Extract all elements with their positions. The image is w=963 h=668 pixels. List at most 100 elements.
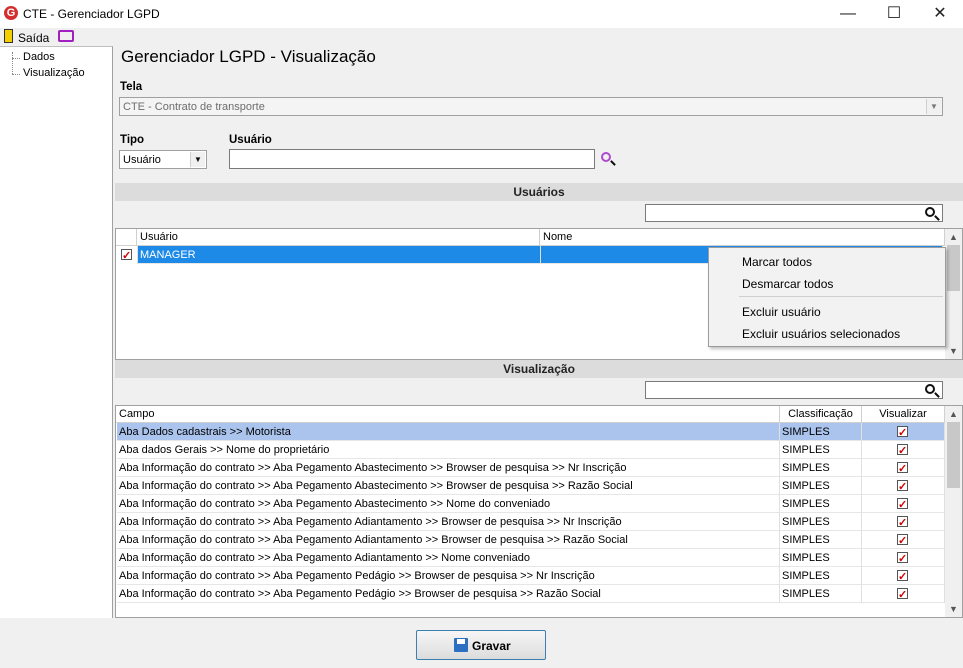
minimize-button[interactable]: — — [825, 0, 871, 28]
visualizar-checkbox[interactable] — [897, 514, 908, 531]
tipo-label: Tipo — [120, 134, 145, 146]
table-row[interactable]: Aba Dados cadastrais >> Motorista SIMPLES — [117, 423, 945, 441]
usuarios-grid-header: Usuário Nome — [116, 229, 962, 246]
visualizacao-scrollbar[interactable]: ▲ ▼ — [945, 406, 962, 617]
visualizar-checkbox[interactable] — [897, 496, 908, 513]
context-menu: Marcar todos Desmarcar todos Excluir usu… — [708, 247, 946, 347]
table-row[interactable]: Aba dados Gerais >> Nome do proprietário… — [117, 441, 945, 459]
table-row[interactable]: Aba Informação do contrato >> Aba Pegame… — [117, 585, 945, 603]
cell-classificacao: SIMPLES — [780, 495, 862, 513]
row-checkbox-cell[interactable] — [117, 246, 138, 264]
cell-campo: Aba Informação do contrato >> Aba Pegame… — [117, 459, 780, 477]
visualizar-checkbox[interactable] — [897, 568, 908, 585]
table-row[interactable]: Aba Informação do contrato >> Aba Pegame… — [117, 549, 945, 567]
cell-visualizar[interactable] — [862, 549, 945, 567]
usuario-label: Usuário — [229, 134, 272, 146]
cell-visualizar[interactable] — [862, 531, 945, 549]
scroll-thumb[interactable] — [947, 422, 960, 488]
exit-door-icon[interactable] — [4, 29, 13, 43]
cell-classificacao: SIMPLES — [780, 441, 862, 459]
visualizar-checkbox[interactable] — [897, 586, 908, 603]
header-nome[interactable]: Nome — [540, 229, 945, 246]
toolbar — [0, 28, 963, 46]
header-visualizar[interactable]: Visualizar — [862, 406, 945, 423]
menu-item-desmarcar-todos[interactable]: Desmarcar todos — [742, 277, 833, 291]
cell-classificacao: SIMPLES — [780, 459, 862, 477]
cell-classificacao: SIMPLES — [780, 423, 862, 441]
visualizacao-section-header: Visualização — [115, 360, 963, 378]
visualizacao-grid: Campo Classificação Visualizar Aba Dados… — [115, 405, 963, 618]
table-row[interactable]: Aba Informação do contrato >> Aba Pegame… — [117, 459, 945, 477]
usuarios-filter-input[interactable] — [645, 204, 943, 222]
scroll-up-icon[interactable]: ▲ — [945, 229, 962, 245]
cell-visualizar[interactable] — [862, 513, 945, 531]
tela-label: Tela — [120, 81, 143, 93]
cell-visualizar[interactable] — [862, 477, 945, 495]
scroll-thumb[interactable] — [947, 245, 960, 291]
scroll-up-icon[interactable]: ▲ — [945, 406, 962, 422]
scroll-down-icon[interactable]: ▼ — [945, 343, 962, 359]
tree-item-visualizacao[interactable]: Visualização — [23, 67, 85, 79]
search-icon[interactable] — [925, 207, 935, 217]
navigation-tree — [0, 46, 113, 618]
scroll-down-icon[interactable]: ▼ — [945, 601, 962, 617]
close-button[interactable]: ✕ — [917, 0, 963, 28]
cell-visualizar[interactable] — [862, 423, 945, 441]
cell-classificacao: SIMPLES — [780, 585, 862, 603]
row-checkbox[interactable] — [121, 247, 132, 264]
visualizar-checkbox[interactable] — [897, 532, 908, 549]
usuarios-scrollbar[interactable]: ▲ ▼ — [945, 229, 962, 359]
cell-campo: Aba Informação do contrato >> Aba Pegame… — [117, 513, 780, 531]
tree-connector — [12, 58, 20, 59]
menu-item-excluir-selecionados[interactable]: Excluir usuários selecionados — [742, 327, 900, 341]
table-row[interactable]: Aba Informação do contrato >> Aba Pegame… — [117, 567, 945, 585]
cell-visualizar[interactable] — [862, 567, 945, 585]
cell-campo: Aba Informação do contrato >> Aba Pegame… — [117, 549, 780, 567]
cell-classificacao: SIMPLES — [780, 531, 862, 549]
tipo-select[interactable]: Usuário ▼ — [119, 150, 207, 169]
header-usuario[interactable]: Usuário — [137, 229, 540, 246]
cell-campo: Aba Dados cadastrais >> Motorista — [117, 423, 780, 441]
visualizar-checkbox[interactable] — [897, 550, 908, 567]
monitor-icon[interactable] — [58, 30, 74, 42]
tela-select[interactable]: CTE - Contrato de transporte ▼ — [119, 97, 943, 116]
visualizar-checkbox[interactable] — [897, 460, 908, 477]
visualizacao-filter-input[interactable] — [645, 381, 943, 399]
menu-item-excluir-usuario[interactable]: Excluir usuário — [742, 305, 821, 319]
table-row[interactable]: Aba Informação do contrato >> Aba Pegame… — [117, 531, 945, 549]
visualizar-checkbox[interactable] — [897, 424, 908, 441]
usuario-input[interactable] — [229, 149, 595, 169]
page-title: Gerenciador LGPD - Visualização — [121, 47, 376, 66]
cell-classificacao: SIMPLES — [780, 513, 862, 531]
search-icon[interactable] — [925, 384, 935, 394]
floppy-disk-icon — [454, 638, 468, 652]
visualizar-checkbox[interactable] — [897, 442, 908, 459]
table-row[interactable]: Aba Informação do contrato >> Aba Pegame… — [117, 513, 945, 531]
tree-connector — [12, 52, 13, 74]
cell-classificacao: SIMPLES — [780, 567, 862, 585]
cell-visualizar[interactable] — [862, 585, 945, 603]
visualizacao-grid-header: Campo Classificação Visualizar — [116, 406, 962, 423]
table-row[interactable]: Aba Informação do contrato >> Aba Pegame… — [117, 477, 945, 495]
header-check-column[interactable] — [116, 229, 137, 246]
cell-classificacao: SIMPLES — [780, 549, 862, 567]
cell-visualizar[interactable] — [862, 441, 945, 459]
header-campo[interactable]: Campo — [116, 406, 780, 423]
cell-visualizar[interactable] — [862, 459, 945, 477]
maximize-button[interactable]: ☐ — [871, 0, 917, 28]
usuarios-section-header: Usuários — [115, 183, 963, 201]
header-classificacao[interactable]: Classificação — [780, 406, 862, 423]
tree-item-dados[interactable]: Dados — [23, 51, 55, 63]
cell-visualizar[interactable] — [862, 495, 945, 513]
tipo-select-value: Usuário — [123, 154, 161, 166]
search-icon[interactable] — [601, 152, 619, 170]
cell-campo: Aba Informação do contrato >> Aba Pegame… — [117, 585, 780, 603]
menu-item-marcar-todos[interactable]: Marcar todos — [742, 255, 812, 269]
cell-usuario: MANAGER — [138, 246, 541, 264]
save-button[interactable]: Gravar — [416, 630, 546, 660]
exit-button[interactable]: Saída — [18, 31, 49, 45]
menu-separator — [739, 296, 943, 297]
chevron-down-icon: ▼ — [190, 152, 205, 167]
table-row[interactable]: Aba Informação do contrato >> Aba Pegame… — [117, 495, 945, 513]
visualizar-checkbox[interactable] — [897, 478, 908, 495]
